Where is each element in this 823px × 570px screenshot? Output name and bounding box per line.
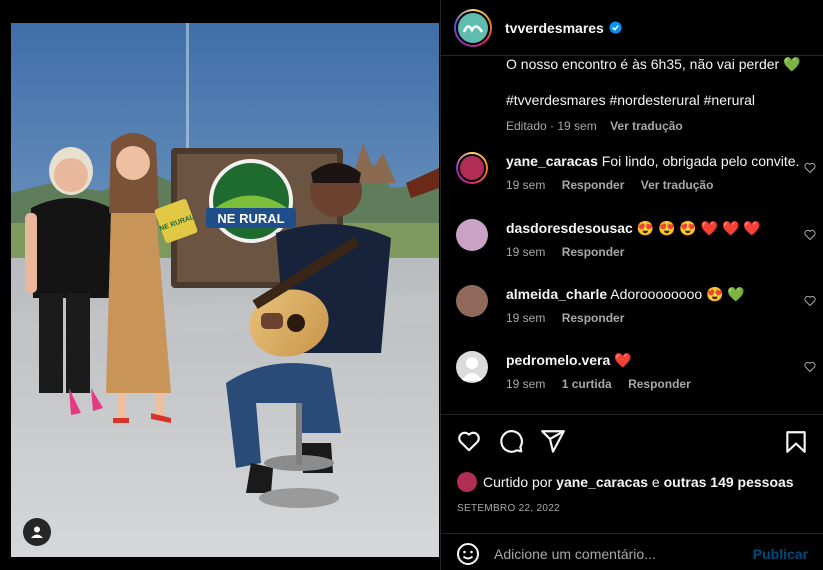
user-tag-icon[interactable] (23, 518, 51, 546)
post-header: tvverdesmares (441, 0, 823, 56)
emoji-icon[interactable] (456, 542, 480, 566)
comment-like-heart-icon[interactable] (804, 229, 816, 241)
caption-hashtags[interactable]: #tvverdesmares #nordesterural #nerural (506, 91, 755, 109)
comment-like-count[interactable]: 1 curtida (562, 377, 612, 391)
caption-text: O nosso encontro é às 6h35, não vai perd… (506, 56, 801, 72)
see-translation-link[interactable]: Ver tradução (641, 178, 714, 192)
comment-item: dasdoresdesousac 😍 😍 😍 ❤️ ❤️ ❤️ 19 sem R… (456, 219, 816, 271)
comment-text: Foi lindo, obrigada pelo convite. (601, 153, 800, 169)
publish-comment-button[interactable]: Publicar (753, 546, 808, 562)
author-avatar-logo (458, 12, 488, 43)
comment-avatar[interactable] (456, 351, 488, 383)
comment-username[interactable]: pedromelo.vera (506, 352, 610, 368)
comment-input[interactable] (494, 545, 734, 562)
see-translation-link[interactable]: Ver tradução (610, 119, 683, 133)
comment-item: yane_caracas Foi lindo, obrigada pelo co… (456, 152, 816, 204)
caption-edited-time: Editado · 19 sem (506, 119, 597, 133)
comment-username[interactable]: almeida_charle (506, 286, 607, 302)
likes-summary[interactable]: Curtido por yane_caracas e outras 149 pe… (457, 472, 794, 492)
comment-time[interactable]: 19 sem (506, 311, 545, 325)
comment-like-heart-icon[interactable] (804, 295, 816, 307)
comment-avatar[interactable] (456, 152, 488, 184)
author-avatar[interactable] (454, 8, 492, 47)
comment-like-heart-icon[interactable] (804, 162, 816, 174)
share-icon[interactable] (540, 428, 566, 454)
comment-avatar[interactable] (456, 285, 488, 317)
comment-time[interactable]: 19 sem (506, 245, 545, 259)
comment-icon[interactable] (498, 428, 524, 454)
reply-button[interactable]: Responder (562, 311, 625, 325)
liker-avatar (457, 472, 477, 492)
post-photo[interactable]: NE RURAL NE RURAL (11, 23, 439, 557)
post-side-panel: tvverdesmares O nosso encontro é às 6h35… (440, 0, 823, 570)
heart-icon[interactable] (456, 428, 482, 454)
likes-others[interactable]: outras 149 pessoas (664, 474, 794, 490)
comment-avatar[interactable] (456, 219, 488, 251)
comment-username[interactable]: yane_caracas (506, 153, 598, 169)
comment-time[interactable]: 19 sem (506, 377, 545, 391)
author-username[interactable]: tvverdesmares (505, 20, 604, 36)
divider (441, 414, 823, 415)
likes-prefix: Curtido por (483, 474, 553, 490)
liker-username[interactable]: yane_caracas (556, 474, 648, 490)
post-media-area: NE RURAL NE RURAL (0, 0, 440, 570)
comment-time[interactable]: 19 sem (506, 178, 545, 192)
add-comment-bar: Publicar (441, 533, 823, 570)
reply-button[interactable]: Responder (628, 377, 691, 391)
bookmark-icon[interactable] (783, 429, 809, 455)
sign-text: NE RURAL (217, 211, 284, 226)
reply-button[interactable]: Responder (562, 178, 625, 192)
comment-text: 😍 😍 😍 ❤️ ❤️ ❤️ (636, 220, 761, 236)
reply-button[interactable]: Responder (562, 245, 625, 259)
comment-item: pedromelo.vera ❤️ 19 sem 1 curtida Respo… (456, 351, 816, 403)
comment-text: ❤️ (614, 352, 632, 368)
post-date[interactable]: SETEMBRO 22, 2022 (457, 503, 560, 514)
comment-username[interactable]: dasdoresdesousac (506, 220, 633, 236)
caption-meta: Editado · 19 sem Ver tradução (506, 117, 683, 135)
comment-text: Adoroooooooo 😍 💚 (610, 286, 745, 302)
comment-item: almeida_charle Adoroooooooo 😍 💚 19 sem R… (456, 285, 816, 337)
post-actions (456, 428, 566, 454)
likes-middle: e (651, 474, 660, 490)
verified-icon (609, 21, 622, 34)
comment-like-heart-icon[interactable] (804, 361, 816, 373)
